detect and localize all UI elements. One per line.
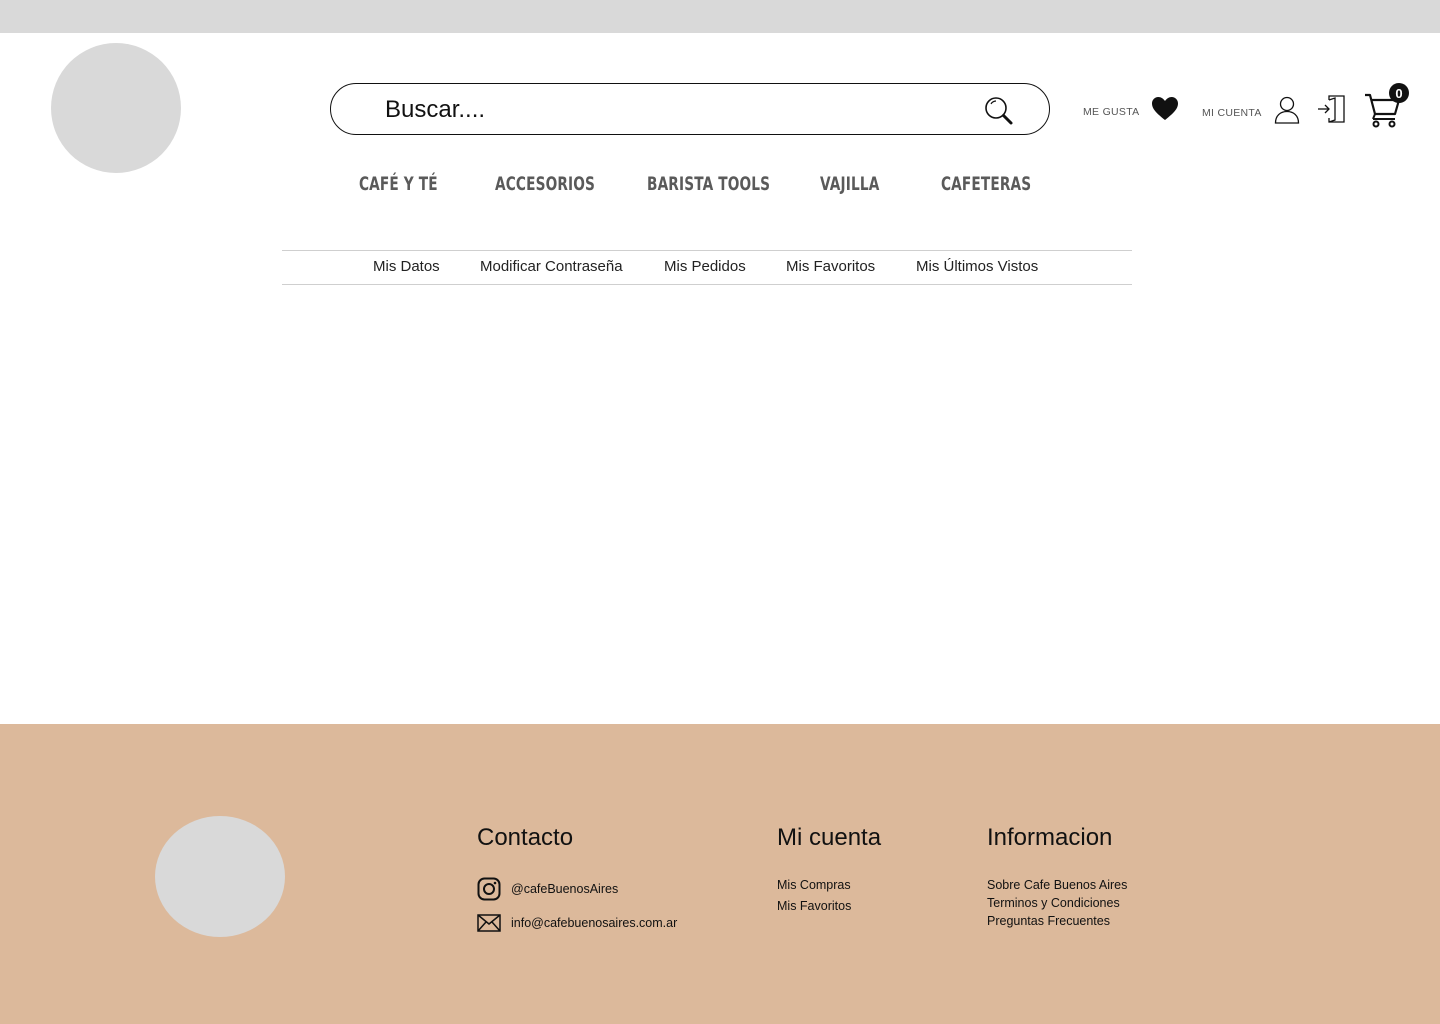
account-label: MI CUENTA [1202,106,1262,119]
instagram-icon [477,877,501,906]
footer-link-preguntas[interactable]: Preguntas Frecuentes [987,914,1110,928]
nav-barista-tools[interactable]: BARISTA TOOLS [647,173,770,195]
footer-account-title: Mi cuenta [777,824,882,851]
footer: Contacto @cafeBuenosAires info@cafebueno… [0,724,1440,1024]
tab-mis-favoritos[interactable]: Mis Favoritos [786,258,875,275]
like-link[interactable]: ME GUSTA [1083,96,1179,127]
search-input[interactable] [383,94,947,126]
footer-info-title: Informacion [987,824,1113,851]
tab-mis-ultimos-vistos[interactable]: Mis Últimos Vistos [916,258,1038,275]
footer-link-mis-compras[interactable]: Mis Compras [777,878,851,892]
nav-cafeteras[interactable]: CAFETERAS [941,173,1031,195]
account-link[interactable]: MI CUENTA [1202,96,1300,129]
login-icon[interactable] [1317,94,1347,124]
footer-link-terminos[interactable]: Terminos y Condiciones [987,896,1120,910]
category-nav: CAFÉ Y TÉ ACCESORIOS BARISTA TOOLS VAJIL… [0,173,1440,205]
footer-contact-title: Contacto [477,824,574,851]
top-bar [0,0,1440,33]
footer-link-sobre[interactable]: Sobre Cafe Buenos Aires [987,878,1127,892]
cart-count-badge: 0 [1389,83,1409,103]
nav-vajilla[interactable]: VAJILLA [820,173,879,195]
footer-logo [155,816,285,937]
footer-link-mis-favoritos[interactable]: Mis Favoritos [777,899,851,913]
account-nav: Mis Datos Modificar Contraseña Mis Pedid… [282,250,1132,285]
nav-accesorios[interactable]: ACCESORIOS [495,173,595,195]
tab-mis-datos[interactable]: Mis Datos [373,258,440,275]
nav-cafe-y-te[interactable]: CAFÉ Y TÉ [359,173,438,195]
footer-instagram-link[interactable]: @cafeBuenosAires [511,882,618,896]
user-icon [1274,96,1300,129]
heart-icon [1151,96,1179,127]
tab-modificar-contrasena[interactable]: Modificar Contraseña [480,258,623,275]
footer-email-link[interactable]: info@cafebuenosaires.com.ar [511,916,677,930]
search-bar [330,83,1050,135]
logo[interactable] [51,43,181,173]
mail-icon [477,914,501,937]
search-icon[interactable] [983,95,1015,127]
like-label: ME GUSTA [1083,105,1140,118]
tab-mis-pedidos[interactable]: Mis Pedidos [664,258,746,275]
